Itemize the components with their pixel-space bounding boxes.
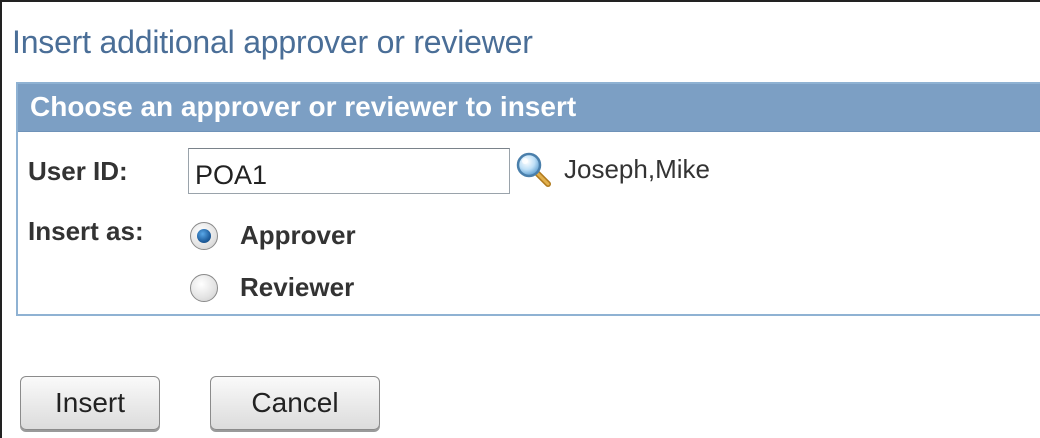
reviewer-radio-label[interactable]: Reviewer — [240, 272, 354, 303]
reviewer-option[interactable]: Reviewer — [190, 272, 354, 303]
user-id-input[interactable] — [188, 148, 510, 194]
group-header: Choose an approver or reviewer to insert — [18, 84, 1040, 132]
approver-radio[interactable] — [190, 221, 218, 250]
approver-radio-label[interactable]: Approver — [240, 220, 356, 251]
page-title: Insert additional approver or reviewer — [12, 24, 533, 60]
insert-approver-page: Insert additional approver or reviewer C… — [0, 0, 1040, 438]
magnifier-lookup-icon[interactable] — [514, 150, 552, 188]
insert-button[interactable]: Insert — [20, 376, 160, 430]
cancel-button[interactable]: Cancel — [210, 376, 380, 430]
approver-group-box: Choose an approver or reviewer to insert… — [16, 82, 1040, 316]
insert-as-label: Insert as: — [28, 216, 144, 246]
reviewer-radio[interactable] — [190, 273, 218, 302]
user-id-label: User ID: — [28, 156, 128, 186]
approver-option[interactable]: Approver — [190, 220, 356, 251]
user-name-description: Joseph,Mike — [564, 154, 710, 184]
